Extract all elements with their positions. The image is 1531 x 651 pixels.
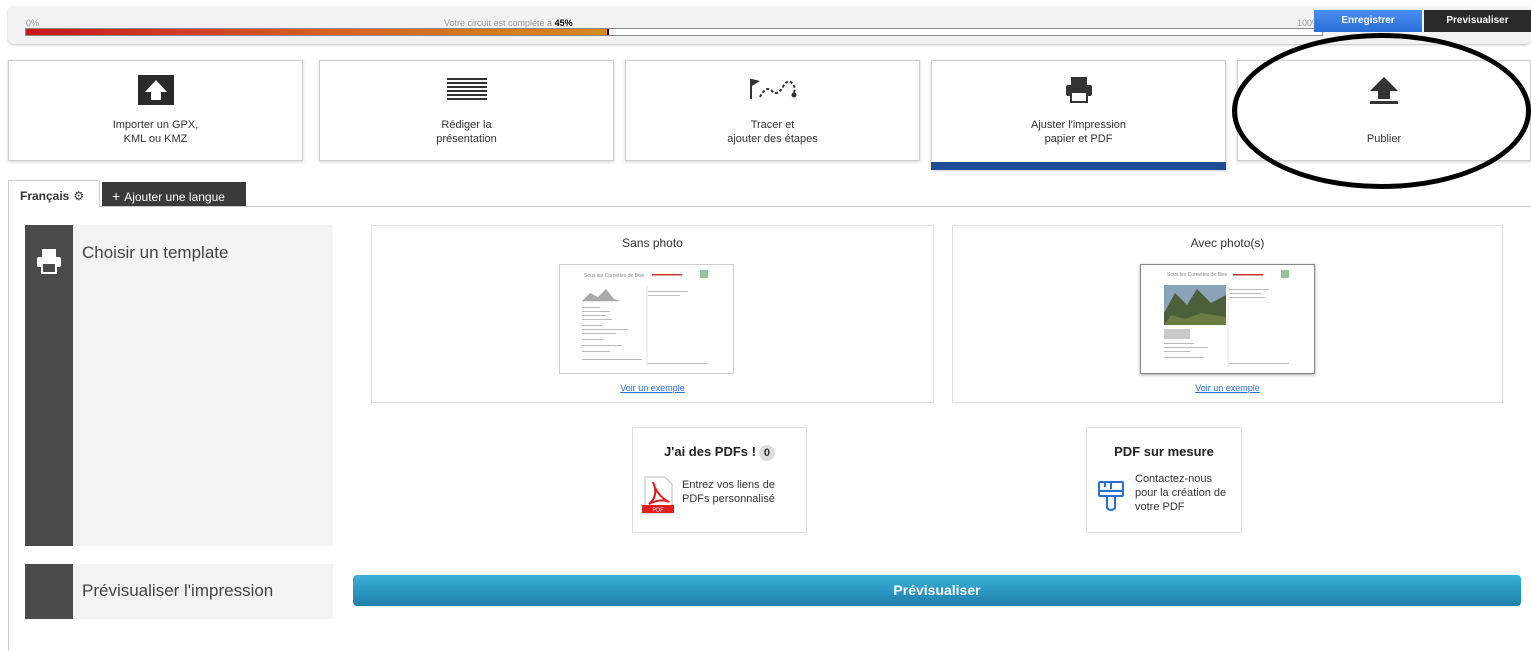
text-lines-icon xyxy=(446,78,487,100)
custom-pdf-title: PDF sur mesure xyxy=(1114,444,1214,459)
pdf-count-badge: 0 xyxy=(758,445,775,461)
progress-message: Votre circuit est complété à 45% xyxy=(444,18,573,28)
content-border xyxy=(8,207,9,651)
active-step-indicator xyxy=(931,162,1226,170)
template-section-title: Choisir un template xyxy=(82,243,229,262)
template-section: Choisir un template xyxy=(25,225,333,546)
plus-icon: + xyxy=(112,188,121,204)
custom-pdf-text: Contactez-nous pour la création de votre… xyxy=(1135,473,1227,513)
pdf-file-icon: PDF xyxy=(642,476,674,514)
upload-box-icon xyxy=(137,75,174,105)
preview-print-title: Prévisualiser l'impression xyxy=(82,581,274,600)
template-thumbnail[interactable]: Sous les Cornettes de Bise xyxy=(559,264,734,374)
save-button[interactable]: Enregistrer xyxy=(1314,10,1422,32)
example-link[interactable]: Voir un exemple xyxy=(953,383,1502,393)
custom-pdf-option[interactable]: PDF sur mesure Contactez-nous pour la cr… xyxy=(1086,427,1242,533)
preview-print-button[interactable]: Prévisualiser xyxy=(353,575,1521,606)
own-pdfs-title: J'ai des PDFs ! 0 xyxy=(633,444,806,461)
progress-bar xyxy=(25,28,1323,36)
step-print-label: Ajuster l'impression papier et PDF xyxy=(1030,119,1127,145)
step-presentation-label: Rédiger la présentation xyxy=(436,119,497,145)
pdf-icon-label: PDF xyxy=(653,508,665,514)
add-language-label: Ajouter une langue xyxy=(124,190,225,204)
own-pdfs-title-text: J'ai des PDFs ! xyxy=(664,444,756,459)
progress-start-label: 0% xyxy=(26,18,40,28)
step-import-label: Importer un GPX, KML ou KMZ xyxy=(112,119,199,145)
example-link[interactable]: Voir un exemple xyxy=(372,383,933,393)
own-pdfs-text: Entrez vos liens de PDFs personnalisé xyxy=(682,479,775,505)
template-title: Sans photo xyxy=(622,236,683,250)
template-preview-graphic: Sous les Cornettes de Bise xyxy=(1164,270,1289,367)
printer-icon xyxy=(37,249,61,274)
add-language-tab[interactable]: + Ajouter une langue xyxy=(102,182,246,207)
progress-header: 0% Votre circuit est complété à 45% 100% xyxy=(8,6,1531,44)
step-publish-label: Publier xyxy=(1366,133,1402,145)
paint-brush-icon xyxy=(1098,481,1124,511)
preview-top-button[interactable]: Previsualiser xyxy=(1424,10,1531,32)
tab-language-current[interactable]: Français ⚙ xyxy=(8,180,100,207)
progress-bar-fill xyxy=(26,29,610,35)
tab-language-label: Français xyxy=(20,189,70,203)
template-card-with-photo[interactable]: Avec photo(s) Sous les Cornettes de Bise… xyxy=(952,225,1503,403)
step-publish[interactable]: Publier xyxy=(1237,60,1531,161)
template-card-no-photo[interactable]: Sans photo Sous les Cornettes de Bise Vo… xyxy=(371,225,934,403)
upload-arrow-icon xyxy=(1370,77,1398,104)
thumb-heading: Sous les Cornettes de Bise xyxy=(584,273,645,279)
own-pdfs-option[interactable]: J'ai des PDFs ! 0 PDF Entrez vos liens de… xyxy=(632,427,807,533)
progress-percent: 45% xyxy=(554,18,573,28)
printer-icon xyxy=(1065,77,1092,103)
step-route-label: Tracer et ajouter des étapes xyxy=(727,119,818,145)
tab-divider xyxy=(100,206,1531,207)
step-presentation[interactable]: Rédiger la présentation xyxy=(319,60,614,161)
template-title: Avec photo(s) xyxy=(1190,236,1265,250)
section-sidebar-band xyxy=(25,564,73,619)
route-flag-icon xyxy=(749,79,796,99)
step-print[interactable]: Ajuster l'impression papier et PDF xyxy=(931,60,1226,170)
gear-icon[interactable]: ⚙ xyxy=(73,189,84,203)
thumb-heading: Sous les Cornettes de Bise xyxy=(1167,272,1228,278)
template-thumbnail[interactable]: Sous les Cornettes de Bise xyxy=(1140,264,1315,374)
preview-print-section: Prévisualiser l'impression xyxy=(25,564,333,619)
template-preview-graphic: Sous les Cornettes de Bise xyxy=(582,270,708,367)
progress-message-prefix: Votre circuit est complété à xyxy=(444,18,555,28)
step-route[interactable]: Tracer et ajouter des étapes xyxy=(625,60,920,161)
step-import[interactable]: Importer un GPX, KML ou KMZ xyxy=(8,60,303,161)
